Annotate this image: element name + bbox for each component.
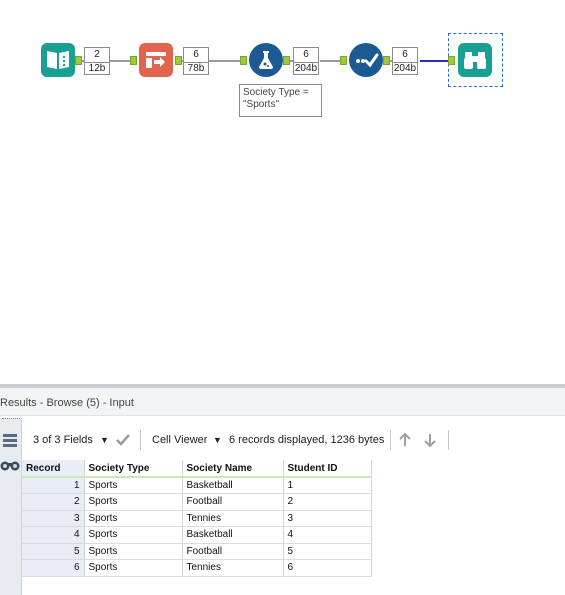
results-header: Results - Browse (5) - Input [0, 388, 565, 416]
connection-line [108, 60, 132, 62]
badge-size: 204b [294, 62, 318, 74]
connection-badge: 6 204b [392, 47, 418, 75]
table-row[interactable]: 2 Sports Football 2 [22, 493, 372, 511]
record-cell: 4 [22, 526, 85, 544]
table-cell[interactable]: Tennies [182, 510, 284, 527]
results-side-strip [0, 418, 22, 595]
table-cell[interactable]: Sports [84, 493, 183, 511]
badge-size: 204b [393, 62, 417, 74]
table-cell[interactable]: Football [182, 543, 284, 560]
browse-tool[interactable] [458, 43, 492, 77]
input-data-icon [47, 51, 69, 69]
table-cell[interactable]: Sports [84, 543, 183, 560]
table-cell[interactable]: 4 [283, 526, 372, 544]
table-row[interactable]: 3 Sports Tennies 3 [22, 510, 372, 527]
badge-records: 6 [193, 49, 199, 60]
toolbar-separator [448, 430, 449, 450]
output-anchor[interactable] [383, 56, 390, 65]
table-cell[interactable]: Tennies [182, 559, 284, 577]
connection-line [320, 60, 342, 62]
record-cell: 2 [22, 493, 85, 511]
connection-badge: 6 78b [183, 47, 209, 75]
arrow-up-icon[interactable] [398, 432, 412, 448]
table-cell[interactable]: Sports [84, 477, 183, 494]
table-cell[interactable]: Basketball [182, 477, 284, 494]
list-view-icon[interactable] [2, 432, 18, 450]
output-anchor[interactable] [283, 56, 290, 65]
table-cell[interactable]: Football [182, 493, 284, 511]
results-title: Results - Browse (5) - Input [0, 397, 134, 409]
connection-line [208, 60, 242, 62]
workflow-canvas[interactable]: 2 12b 6 78b 6 204b Society Type = "Sport… [0, 0, 565, 386]
arrow-down-icon[interactable] [423, 432, 437, 448]
input-data-tool[interactable] [41, 43, 75, 77]
chevron-down-icon[interactable]: ▼ [100, 434, 109, 446]
checkmark-icon[interactable] [115, 433, 131, 447]
input-anchor[interactable] [240, 56, 247, 65]
grid-header-row: Record Society Type Society Name Student… [22, 460, 372, 478]
record-cell: 5 [22, 543, 85, 560]
record-cell: 6 [22, 559, 85, 577]
input-anchor[interactable] [340, 56, 347, 65]
table-cell[interactable]: Sports [84, 559, 183, 577]
badge-size: 78b [184, 62, 208, 75]
table-row[interactable]: 1 Sports Basketball 1 [22, 477, 372, 494]
table-cell[interactable]: Sports [84, 526, 183, 544]
record-cell: 3 [22, 510, 85, 527]
binoculars-icon[interactable] [0, 458, 20, 472]
filter-tool[interactable] [249, 43, 283, 77]
records-summary: 6 records displayed, 1236 bytes [229, 434, 385, 446]
table-row[interactable]: 4 Sports Basketball 4 [22, 526, 372, 544]
input-anchor[interactable] [130, 56, 137, 65]
text-to-columns-icon [146, 52, 166, 68]
toolbar-separator [390, 430, 391, 450]
table-cell[interactable]: 5 [283, 543, 372, 560]
connection-badge: 6 204b [293, 47, 319, 75]
filter-icon [259, 51, 273, 69]
toolbar-separator [140, 430, 141, 450]
badge-records: 6 [402, 49, 408, 60]
column-header[interactable]: Record [22, 460, 85, 478]
input-anchor[interactable] [448, 56, 455, 65]
binoculars-icon [464, 52, 486, 69]
table-cell[interactable]: Sports [84, 510, 183, 527]
table-cell[interactable]: 2 [283, 493, 372, 511]
column-header[interactable]: Student ID [283, 460, 372, 478]
results-grid[interactable]: Record Society Type Society Name Student… [22, 460, 372, 577]
filter-annotation: Society Type = "Sports" [239, 84, 322, 117]
badge-records: 6 [303, 49, 309, 60]
table-cell[interactable]: 6 [283, 559, 372, 577]
output-anchor[interactable] [75, 56, 82, 65]
connection-badge: 2 12b [84, 47, 110, 75]
text-to-columns-tool[interactable] [139, 43, 173, 77]
grip-handle[interactable] [2, 418, 20, 421]
data-cleansing-tool[interactable] [349, 43, 383, 77]
table-row[interactable]: 5 Sports Football 5 [22, 543, 372, 560]
output-anchor[interactable] [175, 56, 182, 65]
chevron-down-icon[interactable]: ▼ [213, 434, 222, 446]
table-cell[interactable]: Basketball [182, 526, 284, 544]
connection-line-selected [420, 60, 450, 62]
table-row[interactable]: 6 Sports Tennies 6 [22, 559, 372, 577]
table-cell[interactable]: 1 [283, 477, 372, 494]
cell-viewer-dropdown[interactable]: Cell Viewer [152, 434, 207, 446]
table-cell[interactable]: 3 [283, 510, 372, 527]
column-header[interactable]: Society Type [84, 460, 183, 478]
data-cleansing-icon [356, 53, 379, 68]
column-header[interactable]: Society Name [182, 460, 284, 478]
badge-size: 12b [85, 62, 109, 75]
record-cell: 1 [22, 477, 85, 494]
badge-records: 2 [94, 49, 100, 60]
results-toolbar: 3 of 3 Fields ▼ Cell Viewer ▼ 6 records … [22, 424, 565, 456]
fields-dropdown[interactable]: 3 of 3 Fields [33, 434, 93, 446]
